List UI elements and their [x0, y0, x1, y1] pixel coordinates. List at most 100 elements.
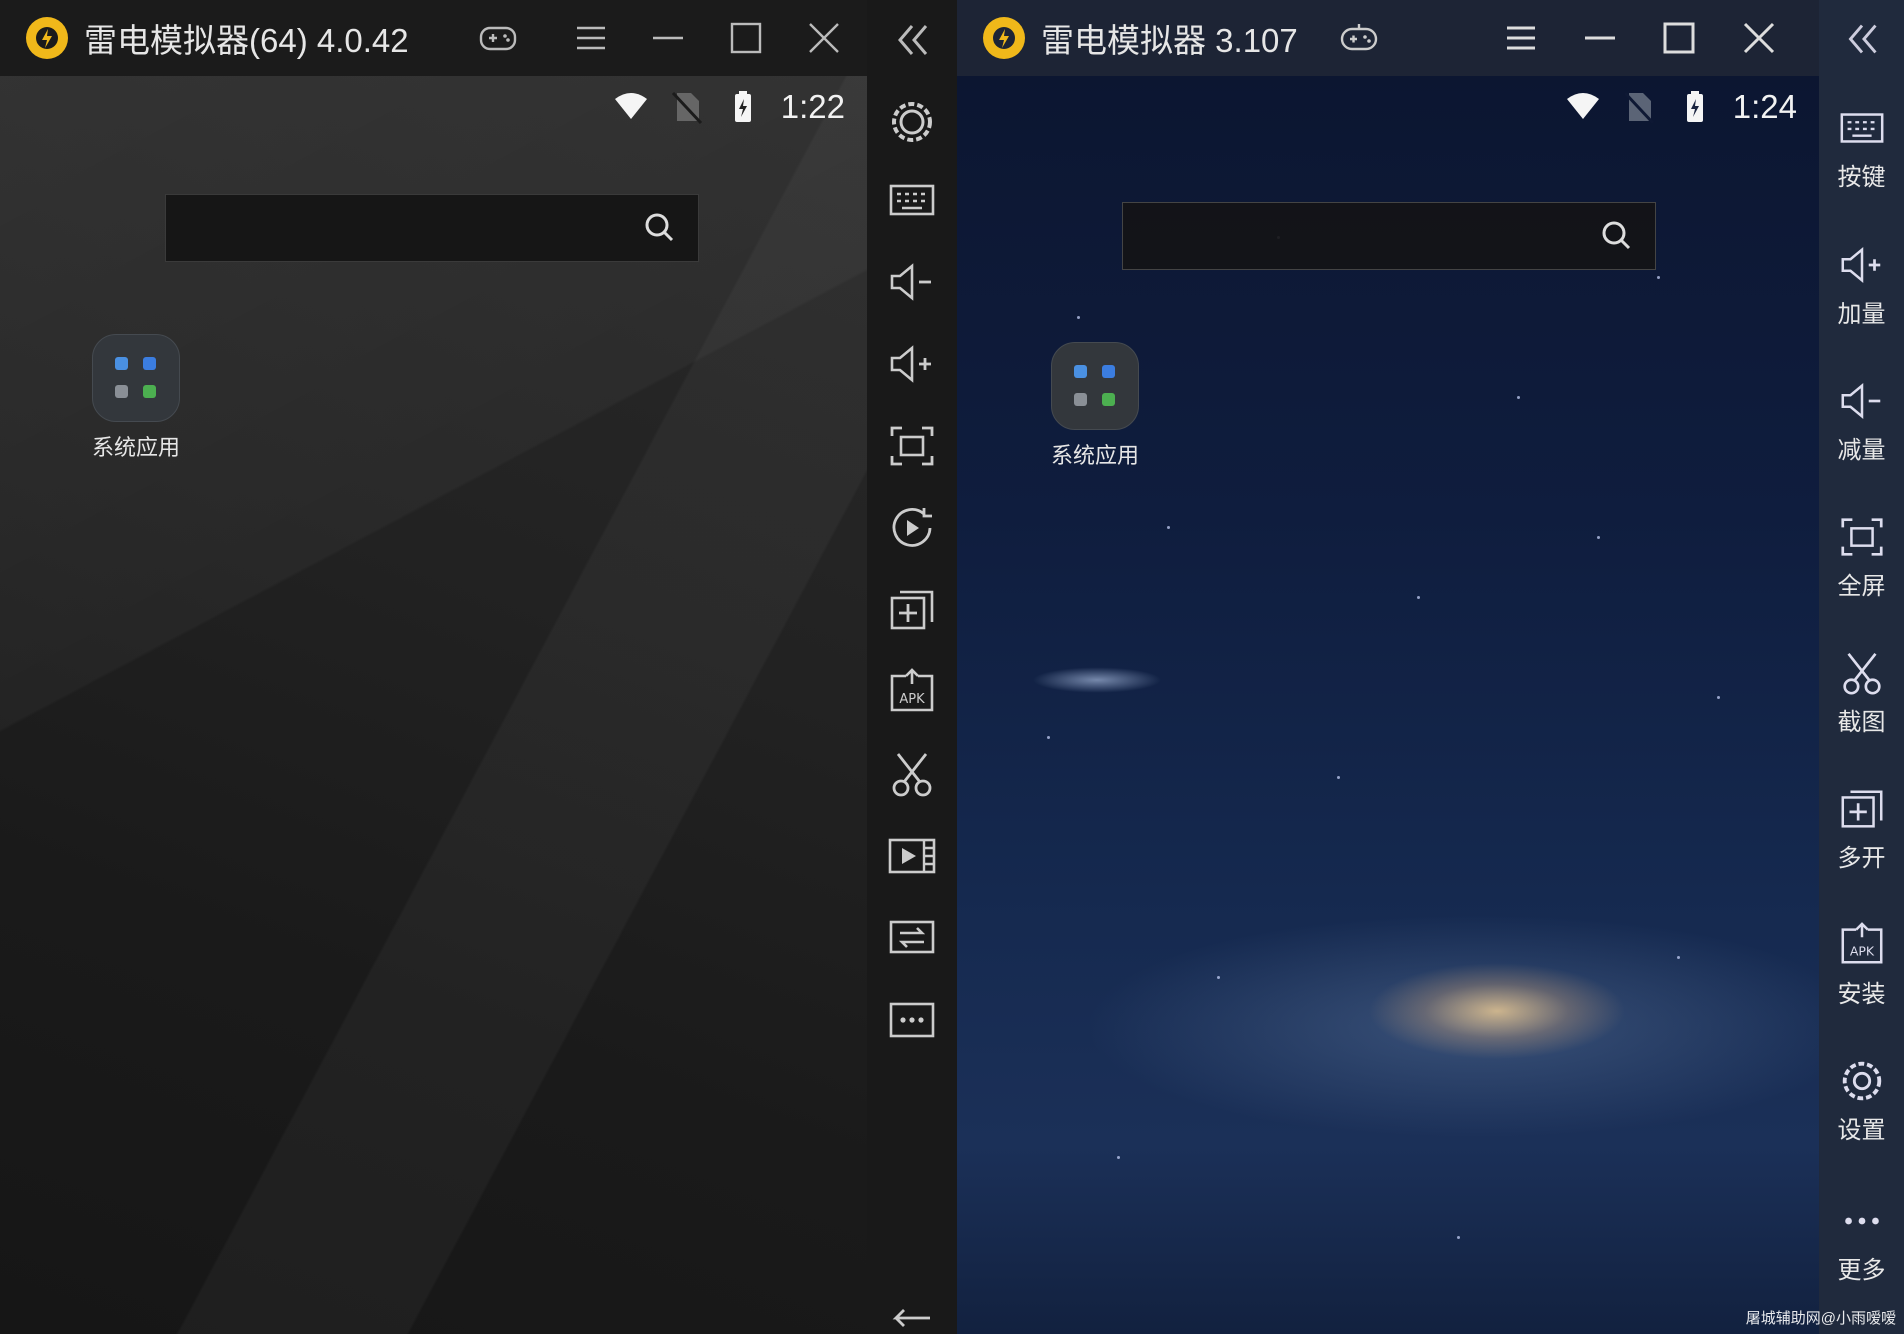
fullscreen-icon: [1840, 518, 1883, 556]
screenshot-button[interactable]: [886, 748, 938, 800]
window-title: 雷电模拟器(64) 4.0.42: [84, 22, 409, 59]
multi-instance-button[interactable]: 多开: [1819, 784, 1904, 873]
keymap-button[interactable]: 按键: [1819, 103, 1904, 192]
apk-install-button[interactable]: APK: [886, 666, 938, 718]
app-folder-icon: [92, 334, 180, 422]
keyboard-button[interactable]: [886, 174, 938, 226]
close-icon: [1743, 22, 1775, 54]
toolbar-left: APK: [867, 0, 957, 1334]
volume-down-label: 减量: [1837, 437, 1886, 464]
search-bar[interactable]: [165, 194, 699, 263]
apk-install-icon: APK: [890, 668, 934, 712]
status-bar: 1:24: [1565, 88, 1797, 126]
multi-instance-icon: [1841, 790, 1882, 828]
maximize-button[interactable]: [722, 14, 770, 62]
gamepad-button[interactable]: [1335, 14, 1383, 62]
settings-icon: [1842, 1061, 1881, 1101]
emulator-window-right: 雷电模拟器 3.107 1:24 系统应用 按键 加量 减量 全屏 截图 多开 …: [957, 0, 1904, 1334]
volume-up-label: 加量: [1837, 301, 1886, 328]
volume-up-button[interactable]: 加量: [1819, 240, 1904, 329]
maximize-button[interactable]: [1655, 14, 1703, 62]
minimize-button[interactable]: [644, 14, 692, 62]
more-button[interactable]: [886, 994, 938, 1046]
fullscreen-button[interactable]: 全屏: [1819, 512, 1904, 601]
more-label: 更多: [1837, 1257, 1886, 1284]
system-apps-folder[interactable]: 系统应用: [1030, 342, 1160, 470]
volume-down-icon: [890, 263, 931, 301]
keyboard-icon: [889, 184, 935, 216]
svg-text:APK: APK: [899, 692, 925, 707]
minimize-button[interactable]: [1576, 14, 1624, 62]
menu-icon: [577, 26, 605, 50]
maximize-icon: [730, 22, 762, 54]
status-time: 1:22: [780, 88, 845, 125]
volume-up-button[interactable]: [886, 338, 938, 390]
fullscreen-icon: [890, 426, 934, 466]
sync-icon: [889, 920, 935, 954]
record-button[interactable]: [886, 502, 938, 554]
ldplayer-logo-icon: [983, 17, 1025, 59]
fullscreen-button[interactable]: [886, 420, 938, 472]
ldplayer-logo-icon: [26, 17, 68, 59]
volume-down-button[interactable]: 减量: [1819, 376, 1904, 465]
volume-down-button[interactable]: [886, 256, 938, 308]
title-bar-left: 雷电模拟器(64) 4.0.42: [0, 0, 867, 76]
install-label: 安装: [1837, 981, 1886, 1008]
app-folder-icon: [1051, 342, 1139, 430]
search-icon[interactable]: [642, 210, 678, 246]
settings-button[interactable]: [886, 96, 938, 148]
android-screen-right[interactable]: 1:24 系统应用: [957, 76, 1819, 1334]
wifi-icon: [1566, 93, 1599, 119]
back-button[interactable]: [886, 1296, 938, 1334]
search-input[interactable]: [166, 195, 610, 263]
double-chevron-left-icon: [898, 25, 928, 55]
close-button[interactable]: [800, 14, 848, 62]
multi-instance-button[interactable]: [886, 584, 938, 636]
minimize-icon: [1585, 36, 1615, 40]
collapse-toolbar-button[interactable]: [1819, 14, 1904, 64]
volume-down-icon: [1841, 382, 1880, 420]
system-apps-folder[interactable]: 系统应用: [71, 334, 201, 462]
record-icon: [892, 508, 932, 547]
keymap-label: 按键: [1837, 164, 1886, 191]
fullscreen-label: 全屏: [1837, 573, 1886, 600]
multi-instance-icon: [890, 590, 934, 630]
more-dots-icon: [1844, 1217, 1879, 1225]
battery-charging-icon: [734, 91, 751, 122]
screenshot-button[interactable]: 截图: [1819, 648, 1904, 737]
menu-button[interactable]: [567, 14, 615, 62]
svg-text:APK: APK: [1849, 944, 1874, 959]
battery-charging-icon: [1686, 91, 1703, 122]
close-button[interactable]: [1735, 14, 1783, 62]
more-button[interactable]: 更多: [1819, 1196, 1904, 1285]
maximize-icon: [1663, 22, 1695, 54]
close-icon: [809, 23, 839, 53]
settings-button[interactable]: 设置: [1819, 1056, 1904, 1145]
volume-up-icon: [890, 345, 931, 383]
gamepad-icon: [479, 26, 517, 51]
menu-button[interactable]: [1497, 14, 1545, 62]
apk-install-icon: APK: [1841, 922, 1882, 964]
sync-button[interactable]: [886, 912, 938, 964]
install-apk-button[interactable]: APK 安装: [1819, 920, 1904, 1009]
title-bar-right: 雷电模拟器 3.107: [957, 0, 1819, 76]
no-sim-icon: [671, 91, 702, 125]
search-bar[interactable]: [1122, 202, 1656, 271]
app-label: 系统应用: [91, 435, 180, 460]
more-icon: [889, 1002, 935, 1038]
gamepad-button[interactable]: [474, 14, 522, 62]
back-icon: [892, 1309, 930, 1327]
settings-label: 设置: [1837, 1117, 1886, 1144]
watermark-text: 屠城辅助网@小雨嗳嗳: [1745, 1310, 1896, 1327]
video-button[interactable]: [886, 830, 938, 882]
search-icon[interactable]: [1599, 218, 1635, 254]
video-icon: [888, 838, 936, 874]
search-input[interactable]: [1123, 203, 1567, 271]
collapse-toolbar-button[interactable]: [886, 14, 938, 66]
wifi-icon: [614, 93, 647, 119]
android-screen-left[interactable]: 1:22 系统应用: [0, 76, 867, 1334]
menu-icon: [1507, 26, 1535, 50]
window-title: 雷电模拟器 3.107: [1041, 22, 1298, 59]
status-bar: 1:22: [613, 88, 845, 126]
no-sim-icon: [1623, 91, 1654, 125]
